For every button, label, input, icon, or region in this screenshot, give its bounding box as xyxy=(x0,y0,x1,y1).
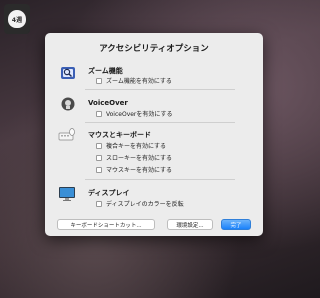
display-section-title: ディスプレイ xyxy=(88,189,130,197)
zoom-section-title: ズーム機能 xyxy=(88,67,123,75)
slow-keys-checkbox[interactable] xyxy=(96,154,102,161)
mouse-keyboard-section-title: マウスとキーボード xyxy=(88,131,151,139)
preferences-button[interactable]: 環境設定... xyxy=(167,219,213,230)
display-icon xyxy=(59,187,75,201)
mouse-keyboard-icon xyxy=(58,128,75,141)
invert-colors-checkbox[interactable] xyxy=(96,200,102,207)
zoom-icon xyxy=(61,67,75,79)
dialog-title: アクセシビリティオプション xyxy=(99,44,209,54)
slow-keys-option[interactable]: スローキーを有効にする xyxy=(96,153,172,162)
badge-text: 4週 xyxy=(8,10,26,28)
voiceover-enable-checkbox[interactable] xyxy=(96,110,102,117)
voiceover-enable-option[interactable]: VoiceOverを有効にする xyxy=(96,109,172,118)
voiceover-icon xyxy=(61,97,75,111)
zoom-enable-label: ズーム機能を有効にする xyxy=(106,78,172,85)
divider xyxy=(85,179,235,180)
voiceover-enable-label: VoiceOverを有効にする xyxy=(106,111,173,118)
accessibility-options-dialog: アクセシビリティオプション ズーム機能 ズーム機能を有効にする VoiceOve… xyxy=(45,33,263,236)
divider xyxy=(85,89,235,90)
sticky-keys-label: 複合キーを有効にする xyxy=(106,143,167,150)
done-button[interactable]: 完了 xyxy=(221,219,251,230)
mouse-keys-checkbox[interactable] xyxy=(96,166,102,173)
apple-logo: 4週 xyxy=(4,4,30,34)
voiceover-section-title: VoiceOver xyxy=(88,99,128,107)
zoom-enable-option[interactable]: ズーム機能を有効にする xyxy=(96,76,172,85)
divider xyxy=(85,122,235,123)
sticky-keys-checkbox[interactable] xyxy=(96,142,102,149)
invert-colors-label: ディスプレイのカラーを反転 xyxy=(106,201,184,208)
zoom-enable-checkbox[interactable] xyxy=(96,77,102,84)
sticky-keys-option[interactable]: 複合キーを有効にする xyxy=(96,141,166,150)
mouse-keys-option[interactable]: マウスキーを有効にする xyxy=(96,165,172,174)
slow-keys-label: スローキーを有効にする xyxy=(106,155,173,162)
invert-colors-option[interactable]: ディスプレイのカラーを反転 xyxy=(96,199,184,208)
mouse-keys-label: マウスキーを有効にする xyxy=(106,167,173,174)
keyboard-shortcuts-button[interactable]: キーボードショートカット... xyxy=(57,219,155,230)
